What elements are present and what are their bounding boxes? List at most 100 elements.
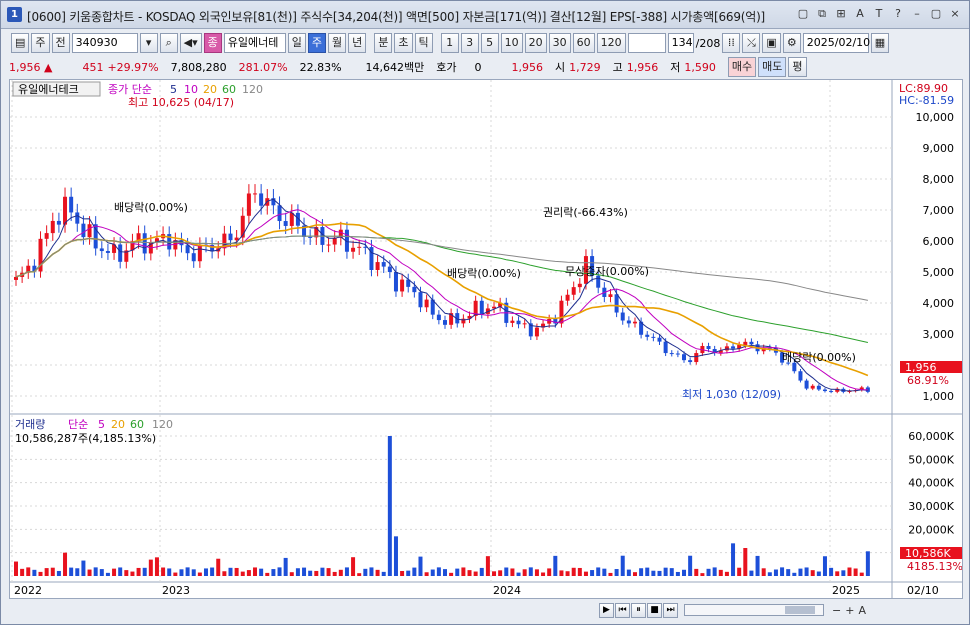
- ma-legend-title: 종가 단순: [108, 83, 152, 96]
- minus-icon[interactable]: −: [832, 604, 841, 617]
- price-panel-stock-name: 유일에너테크: [18, 82, 79, 96]
- volume-bar: [485, 556, 490, 576]
- period-year[interactable]: 년: [348, 33, 367, 53]
- volume-bar: [798, 568, 803, 576]
- volume-bar: [161, 567, 166, 576]
- grid-icon[interactable]: ⊞: [833, 6, 849, 22]
- tile-icon[interactable]: ⧉: [814, 6, 830, 22]
- time-second[interactable]: 초: [394, 33, 413, 53]
- candle-body: [118, 244, 123, 262]
- dots-icon[interactable]: ⁞⁞: [722, 33, 741, 53]
- scrollbar-thumb[interactable]: [785, 606, 815, 614]
- count-total: /208: [695, 36, 721, 50]
- time-tick[interactable]: 틱: [414, 33, 433, 53]
- volume-bar: [675, 571, 680, 576]
- time-minute[interactable]: 분: [374, 33, 393, 53]
- volume-bar: [780, 567, 785, 576]
- volume-bar: [112, 568, 117, 576]
- low-price: 1,590: [684, 60, 716, 74]
- text-icon[interactable]: T: [871, 6, 887, 22]
- skip-back-icon[interactable]: ⏮: [615, 602, 630, 618]
- interval-20[interactable]: 20: [524, 33, 547, 53]
- date-input[interactable]: 2025/02/10: [802, 33, 870, 53]
- volume-bar: [620, 555, 625, 576]
- avg-button[interactable]: 평: [788, 57, 807, 77]
- volume-value: 7,808,280: [170, 60, 227, 74]
- interval-30[interactable]: 30: [548, 33, 571, 53]
- volume-bar: [50, 567, 55, 576]
- calendar-icon[interactable]: ▦: [870, 33, 890, 53]
- maximize-icon[interactable]: ▢: [928, 6, 944, 22]
- volume-bar: [63, 552, 68, 576]
- help-icon[interactable]: ?: [890, 6, 906, 22]
- candle-body: [253, 193, 258, 195]
- volume-bar: [443, 569, 447, 576]
- pause-icon[interactable]: ⏸: [631, 602, 646, 618]
- candle-body: [375, 262, 380, 271]
- current-price: 1,956 ▲: [9, 60, 53, 74]
- stop-icon[interactable]: ■: [647, 602, 662, 618]
- volume-bar: [534, 569, 539, 576]
- minimize-icon[interactable]: –: [909, 6, 925, 22]
- volume-bar: [75, 568, 80, 576]
- period-select[interactable]: 주: [31, 33, 50, 53]
- candle-body: [663, 341, 668, 354]
- chart-nav: ▶ ⏮ ⏸ ■ ⏭: [599, 602, 678, 618]
- annotation-dividend-2: 배당락(0.00%): [447, 267, 521, 280]
- buy-button[interactable]: 매수: [727, 57, 757, 77]
- candle-body: [571, 287, 576, 295]
- interval-60[interactable]: 60: [572, 33, 595, 53]
- hoga-label: 호가: [436, 61, 457, 74]
- menu-icon[interactable]: ▤: [11, 33, 30, 53]
- volume-bar: [387, 436, 392, 576]
- chart-area[interactable]: 10,000 9,000 8,000 7,000 6,000 5,000 4,000 3,00…: [9, 79, 963, 599]
- vol-ma-legend-60: 60: [130, 418, 144, 431]
- count-input[interactable]: 134: [667, 33, 694, 53]
- volume-bar: [289, 572, 294, 576]
- candle-body: [682, 354, 687, 361]
- period-week[interactable]: 주: [307, 33, 327, 53]
- layout-icon[interactable]: ▢: [795, 6, 811, 22]
- chevron-down-icon[interactable]: ▾: [139, 33, 158, 53]
- stock-chart-svg[interactable]: 10,000 9,000 8,000 7,000 6,000 5,000 4,000 3,00…: [10, 80, 963, 598]
- code-input[interactable]: 340930: [71, 33, 138, 53]
- annotation-rights: 권리락(-66.43%): [543, 206, 628, 219]
- close-icon[interactable]: ×: [947, 6, 963, 22]
- speaker-icon[interactable]: ◀▾: [179, 33, 202, 53]
- ma-legend-120: 120: [242, 83, 263, 96]
- chart-scrollbar[interactable]: [684, 604, 824, 616]
- annotation-dividend-1: 배당락(0.00%): [114, 201, 188, 214]
- chart-tool-icon[interactable]: ⤯: [742, 33, 761, 53]
- period-day[interactable]: 일: [287, 33, 306, 53]
- volume-bar: [430, 569, 435, 576]
- volume-bar: [197, 572, 202, 576]
- stock-type-badge[interactable]: 종: [203, 33, 222, 53]
- volume-bar: [461, 567, 466, 576]
- volume-bar: [841, 570, 846, 576]
- skip-forward-icon[interactable]: ⏭: [663, 602, 678, 618]
- price-tick: 1,000: [923, 390, 955, 403]
- all-button[interactable]: 전: [51, 33, 70, 53]
- interval-1[interactable]: 1: [440, 33, 459, 53]
- volume-bar: [516, 572, 521, 576]
- plus-icon[interactable]: +: [845, 604, 854, 617]
- interval-10[interactable]: 10: [500, 33, 523, 53]
- period-month[interactable]: 월: [328, 33, 347, 53]
- save-icon[interactable]: ▣: [762, 33, 781, 53]
- price-tick: 9,000: [923, 142, 955, 155]
- candle-body: [56, 220, 61, 225]
- interval-custom-input[interactable]: [627, 33, 666, 53]
- interval-120[interactable]: 120: [596, 33, 626, 53]
- trade-amount: 14,642백만: [365, 61, 425, 74]
- sell-button[interactable]: 매도: [758, 57, 787, 77]
- price-tick: 5,000: [923, 266, 955, 279]
- price-change: 451 +29.97%: [82, 60, 159, 74]
- high-label: 고: [612, 61, 623, 74]
- interval-5[interactable]: 5: [480, 33, 499, 53]
- gear-icon[interactable]: ⚙: [782, 33, 801, 53]
- play-icon[interactable]: ▶: [599, 602, 614, 618]
- font-size-icon[interactable]: A: [858, 604, 866, 617]
- search-icon[interactable]: ⌕: [159, 33, 178, 53]
- interval-3[interactable]: 3: [460, 33, 479, 53]
- font-icon[interactable]: A: [852, 6, 868, 22]
